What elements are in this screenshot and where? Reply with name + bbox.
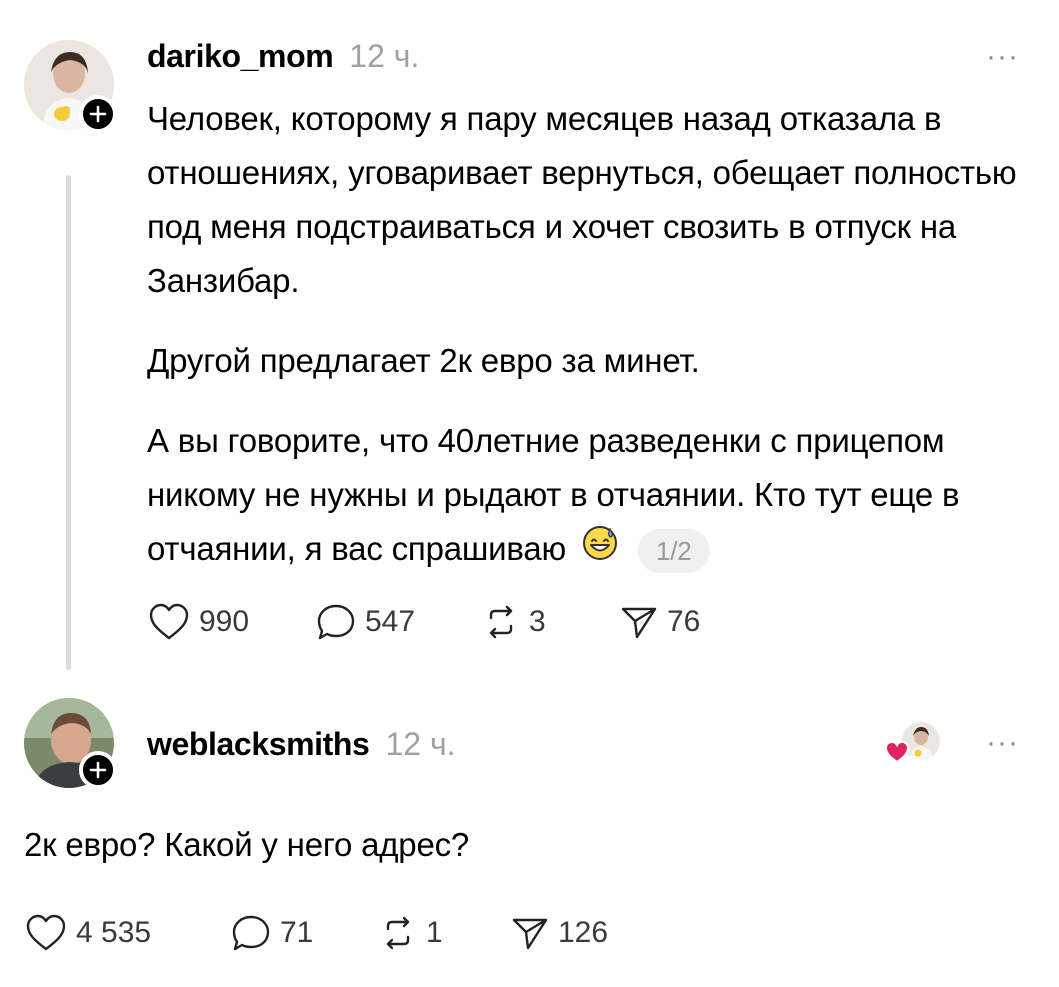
- post-header: dariko_mom 12 ч.: [147, 38, 419, 75]
- share-count: 126: [558, 916, 609, 949]
- post-paragraph-text: А вы говорите, что 40летние разведенки с…: [147, 422, 960, 567]
- post-actions: 990 547 3 76: [147, 602, 700, 642]
- speech-bubble-icon: [232, 915, 270, 951]
- post-paragraph: А вы говорите, что 40летние разведенки с…: [147, 414, 1037, 578]
- share-button[interactable]: 76: [619, 602, 700, 642]
- reply-actions: 4 535 71 1 126: [24, 913, 608, 953]
- reply-text: 2к евро? Какой у него адрес?: [24, 826, 470, 863]
- heart-outline-icon: [26, 914, 66, 951]
- post-paragraph: Человек, которому я пару месяцев назад о…: [147, 100, 1017, 299]
- speech-bubble-icon: [317, 604, 355, 640]
- reply: weblacksmiths 12 ч. ··· 2к евро? Какой у…: [0, 690, 1059, 987]
- image-page-counter: 1/2: [638, 529, 710, 574]
- thread-line: [66, 175, 71, 670]
- grinning-sweat-emoji-icon: [581, 524, 619, 578]
- repost-count: 1: [426, 916, 443, 949]
- paper-plane-icon: [621, 607, 657, 639]
- plus-icon: [89, 105, 107, 123]
- comment-count: 71: [280, 916, 314, 949]
- plus-icon: [89, 761, 107, 779]
- heart-outline-icon: [149, 603, 189, 640]
- like-button[interactable]: 990: [147, 602, 315, 642]
- comment-count: 547: [365, 605, 416, 638]
- repost-icon: [489, 605, 513, 639]
- comment-button[interactable]: 71: [230, 913, 378, 953]
- repost-button[interactable]: 1: [378, 913, 510, 953]
- liked-by-author-indicator: [882, 722, 942, 770]
- author-username[interactable]: dariko_mom: [147, 38, 334, 75]
- reply-author-username[interactable]: weblacksmiths: [147, 726, 370, 763]
- share-button[interactable]: 126: [510, 913, 608, 953]
- post-body: Человек, которому я пару месяцев назад о…: [147, 92, 1037, 578]
- like-count: 4 535: [76, 916, 152, 949]
- follow-button[interactable]: [79, 95, 117, 133]
- post: dariko_mom 12 ч. ··· Человек, которому я…: [0, 0, 1059, 680]
- paper-plane-icon: [512, 918, 548, 950]
- follow-button[interactable]: [79, 751, 117, 789]
- like-button[interactable]: 4 535: [24, 913, 230, 953]
- repost-icon: [386, 916, 410, 950]
- post-paragraph: Другой предлагает 2к евро за минет.: [147, 342, 700, 379]
- reply-header: weblacksmiths 12 ч.: [147, 726, 456, 763]
- repost-count: 3: [529, 605, 546, 638]
- comment-button[interactable]: 547: [315, 602, 481, 642]
- like-count: 990: [199, 605, 250, 638]
- post-timestamp[interactable]: 12 ч.: [349, 38, 419, 75]
- more-options-button[interactable]: ···: [986, 40, 1019, 74]
- reply-more-options-button[interactable]: ···: [986, 726, 1019, 760]
- red-heart-icon: [884, 740, 910, 764]
- repost-button[interactable]: 3: [481, 602, 619, 642]
- share-count: 76: [667, 605, 701, 638]
- reply-timestamp[interactable]: 12 ч.: [385, 726, 455, 763]
